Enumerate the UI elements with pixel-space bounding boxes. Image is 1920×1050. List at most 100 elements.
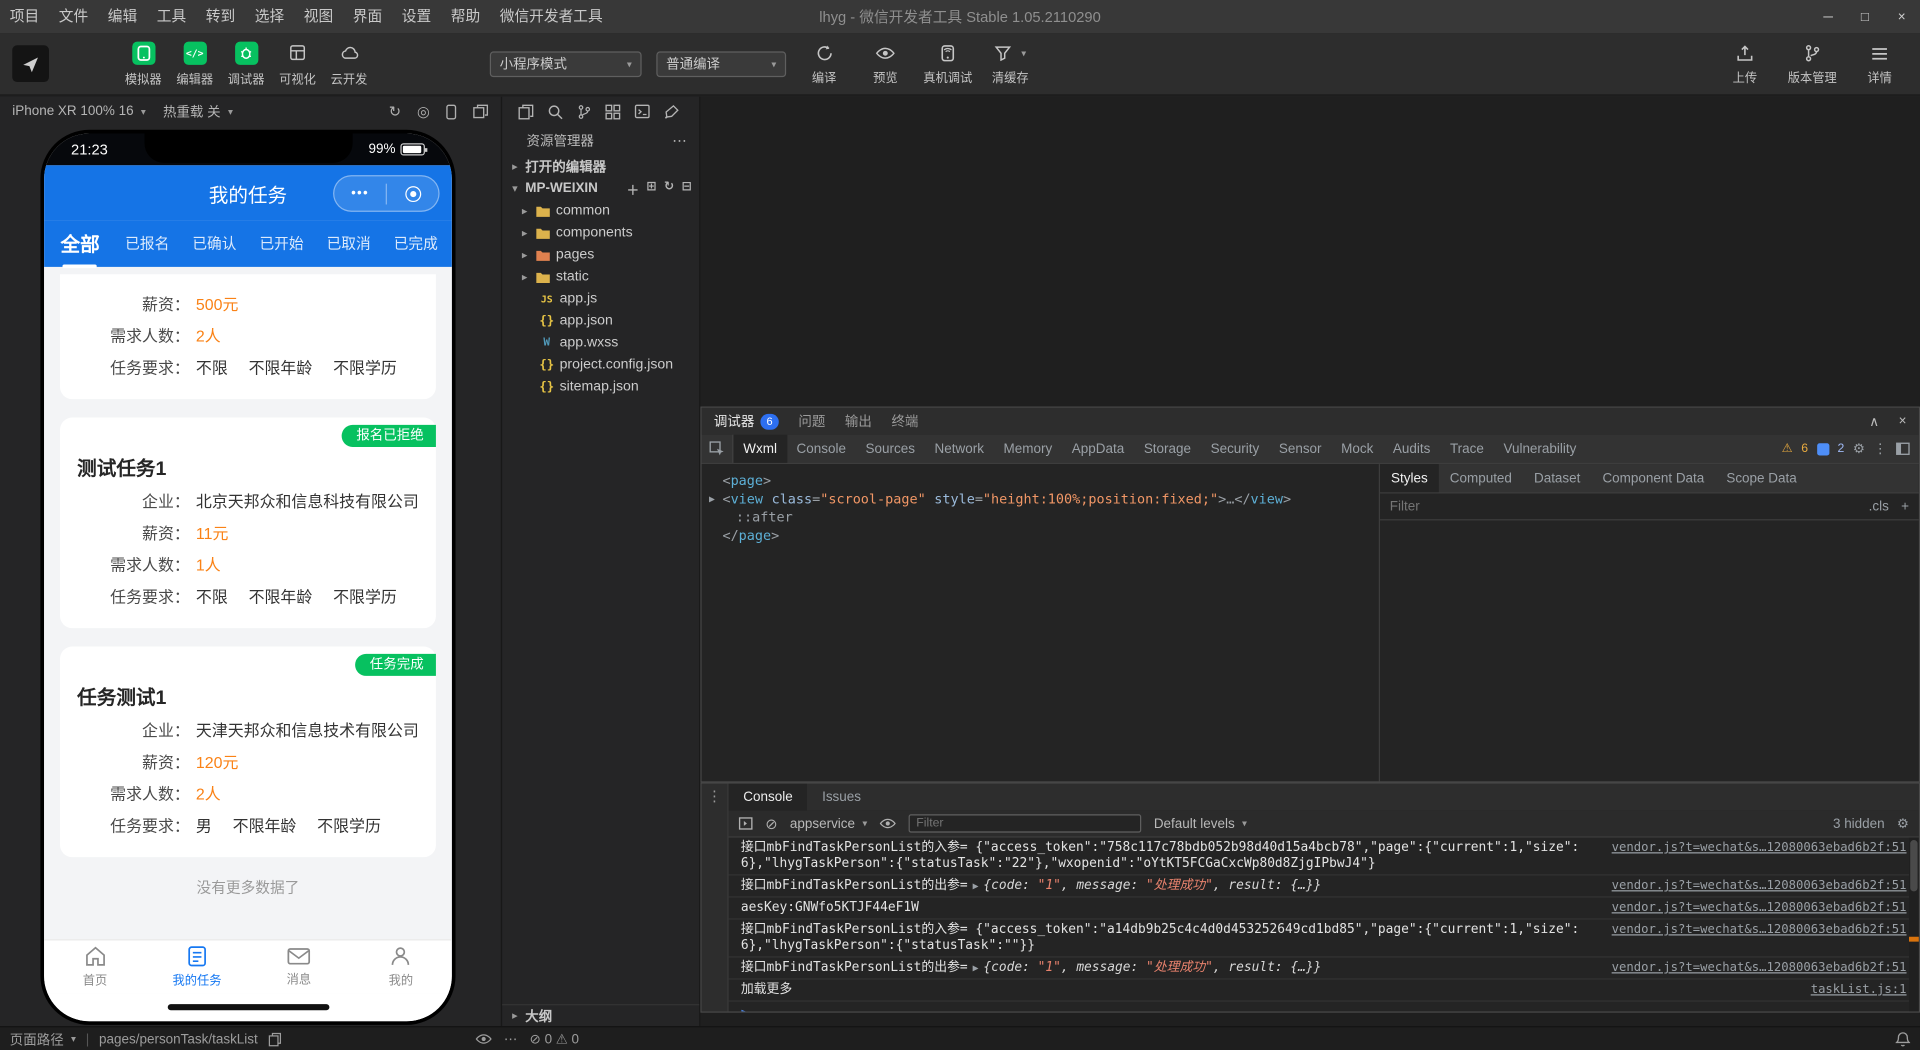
tab-signed-up[interactable]: 已报名 — [114, 232, 181, 255]
log-source-link[interactable]: taskList.js:1 — [1811, 982, 1907, 998]
outline-section[interactable]: ▸ 大纲 — [502, 1004, 700, 1026]
tab-vulnerability[interactable]: Vulnerability — [1494, 435, 1586, 463]
output-tab[interactable]: 输出 — [845, 411, 872, 431]
device-frame-icon[interactable] — [446, 103, 457, 119]
eye-icon[interactable] — [475, 1032, 492, 1045]
wxml-node-page-close[interactable]: </page > — [709, 527, 1379, 545]
exit-miniprogram-button[interactable] — [387, 185, 438, 202]
device-select[interactable]: iPhone XR 100% 16 ▾ — [12, 104, 146, 119]
minimize-button[interactable]: ─ — [1810, 0, 1847, 33]
refresh-icon[interactable]: ↻ — [664, 179, 674, 197]
menu-interface[interactable]: 界面 — [343, 0, 392, 33]
terminal-icon[interactable] — [634, 104, 650, 119]
compile-mode-select[interactable]: 普通编译 ▾ — [656, 50, 787, 77]
task-card[interactable]: 任务完成 任务测试1 企业： 天津天邦众和信息技术有限公司 薪资： 120元 需求人… — [60, 646, 436, 858]
info-icon[interactable] — [1816, 442, 1829, 455]
folder-static[interactable]: ▸ static — [502, 266, 699, 288]
context-select[interactable]: appservice ▾ — [790, 816, 867, 831]
close-button[interactable]: × — [1883, 0, 1920, 33]
log-source-link[interactable]: vendor.js?t=wechat&s…12080063ebad6b2f:51 — [1612, 900, 1907, 916]
expand-triangle-icon[interactable]: ▶ — [973, 962, 979, 973]
version-control-button[interactable]: 版本管理 — [1788, 42, 1837, 85]
maximize-button[interactable]: □ — [1847, 0, 1884, 33]
log-row[interactable]: 接口mbFindTaskPersonList的入参= {"access_toke… — [728, 920, 1919, 958]
tab-started[interactable]: 已开始 — [248, 232, 315, 255]
tab-sensor[interactable]: Sensor — [1269, 435, 1331, 463]
copy-path-icon[interactable] — [268, 1032, 281, 1047]
multi-window-icon[interactable] — [473, 104, 489, 119]
compile-button[interactable]: 编译 — [801, 42, 848, 85]
log-source-link[interactable]: vendor.js?t=wechat&s…12080063ebad6b2f:51 — [1612, 960, 1907, 976]
tab-scope-data[interactable]: Scope Data — [1715, 464, 1807, 492]
tab-wxml[interactable]: Wxml — [733, 434, 787, 463]
open-editors-section[interactable]: ▸ 打开的编辑器 — [502, 156, 699, 178]
more-options-icon[interactable]: ⋮ — [1873, 441, 1886, 457]
remote-debug-button[interactable]: 真机调试 — [923, 42, 972, 85]
menu-select[interactable]: 选择 — [245, 0, 294, 33]
tab-all[interactable]: 全部 — [47, 228, 114, 260]
tab-console[interactable]: Console — [787, 435, 856, 463]
new-folder-icon[interactable]: ⊞ — [646, 179, 656, 197]
tab-confirmed[interactable]: 已确认 — [181, 232, 248, 255]
folder-components[interactable]: ▸ components — [502, 222, 699, 244]
log-levels-select[interactable]: Default levels ▾ — [1154, 816, 1247, 831]
element-picker-icon[interactable] — [702, 434, 734, 463]
menu-wechat-devtools[interactable]: 微信开发者工具 — [490, 0, 612, 33]
log-row[interactable]: 接口mbFindTaskPersonList的出参= ▶ {code: "1", m… — [728, 876, 1919, 898]
debugger-tab[interactable]: 调试器 6 — [714, 411, 779, 431]
console-filter-input[interactable] — [916, 816, 1135, 831]
dock-side-icon[interactable] — [1896, 442, 1911, 455]
warning-icon[interactable]: ⚠ — [1782, 442, 1793, 455]
object-preview[interactable]: {code: "1", message: "处理成功", result: {…}… — [983, 878, 1321, 893]
tab-computed[interactable]: Computed — [1439, 464, 1523, 492]
wxml-node-view[interactable]: ▶ < view class = "scrool-page" style = "height:1… — [709, 490, 1379, 508]
menu-project[interactable]: 项目 — [0, 0, 49, 33]
log-row[interactable]: 加载更多 taskList.js:1 — [728, 980, 1919, 1002]
log-row[interactable]: 接口mbFindTaskPersonList的入参= {"access_toke… — [728, 838, 1919, 876]
menu-edit[interactable]: 编辑 — [98, 0, 147, 33]
hot-reload-select[interactable]: 热重载 关 ▾ — [163, 102, 233, 122]
files-icon[interactable] — [518, 103, 534, 119]
new-rule-button[interactable]: + — [1901, 499, 1909, 514]
menu-settings[interactable]: 设置 — [392, 0, 441, 33]
console-sidebar-icon[interactable] — [738, 817, 753, 830]
user-avatar[interactable] — [12, 45, 49, 83]
wxml-tree[interactable]: < page > ▶ < view class = "scrool-page" style = "h… — [701, 464, 1379, 782]
preview-button[interactable]: 预览 — [862, 42, 909, 85]
tabbar-my-tasks[interactable]: 我的任务 — [146, 940, 248, 993]
tab-styles[interactable]: Styles — [1380, 464, 1439, 493]
debugger-toggle-button[interactable]: 调试器 — [220, 41, 271, 86]
menu-help[interactable]: 帮助 — [441, 0, 490, 33]
file-app-js[interactable]: JS app.js — [502, 288, 699, 310]
clear-cache-button[interactable]: ▾ 清缓存 — [987, 42, 1034, 85]
folder-common[interactable]: ▸ common — [502, 200, 699, 222]
console-settings-icon[interactable]: ⚙ — [1897, 816, 1909, 832]
tabbar-messages[interactable]: 消息 — [248, 940, 350, 993]
menu-file[interactable]: 文件 — [49, 0, 98, 33]
gear-icon[interactable]: ⚙ — [1853, 441, 1865, 457]
tab-trace[interactable]: Trace — [1440, 435, 1494, 463]
search-icon[interactable] — [547, 103, 563, 119]
log-source-link[interactable]: vendor.js?t=wechat&s…12080063ebad6b2f:51 — [1612, 922, 1907, 938]
tab-memory[interactable]: Memory — [994, 435, 1062, 463]
log-row[interactable]: 接口mbFindTaskPersonList的出参= ▶ {code: "1", m… — [728, 958, 1919, 980]
expand-arrow-icon[interactable]: ▶ — [709, 490, 722, 508]
tab-dataset[interactable]: Dataset — [1523, 464, 1591, 492]
notifications-bell-icon[interactable] — [1895, 1031, 1911, 1047]
wxml-node-page-open[interactable]: < page > — [709, 471, 1379, 489]
more-actions-icon[interactable]: ⋯ — [504, 1031, 517, 1047]
source-control-icon[interactable] — [577, 103, 592, 119]
console-scrollbar[interactable] — [1908, 837, 1919, 1012]
console-tab[interactable]: Console — [728, 783, 808, 811]
details-button[interactable]: 详情 — [1856, 42, 1903, 85]
file-app-wxss[interactable]: W app.wxss — [502, 332, 699, 354]
clear-console-icon[interactable]: ⊘ — [765, 815, 777, 832]
more-actions-icon[interactable]: ⋯ — [672, 132, 687, 149]
collapse-panel-icon[interactable]: ∧ — [1869, 413, 1879, 429]
task-card[interactable]: 薪资： 500元 需求人数： 2人 任务要求： 不限 不限年龄 不限学历 — [60, 274, 436, 400]
log-source-link[interactable]: vendor.js?t=wechat&s…12080063ebad6b2f:51 — [1612, 878, 1907, 894]
simulator-toggle-button[interactable]: 模拟器 — [118, 41, 169, 86]
editor-toggle-button[interactable]: </> 编辑器 — [169, 41, 220, 86]
visualizer-toggle-button[interactable]: 可视化 — [272, 41, 323, 86]
console-prompt[interactable]: > — [729, 1002, 1919, 1012]
